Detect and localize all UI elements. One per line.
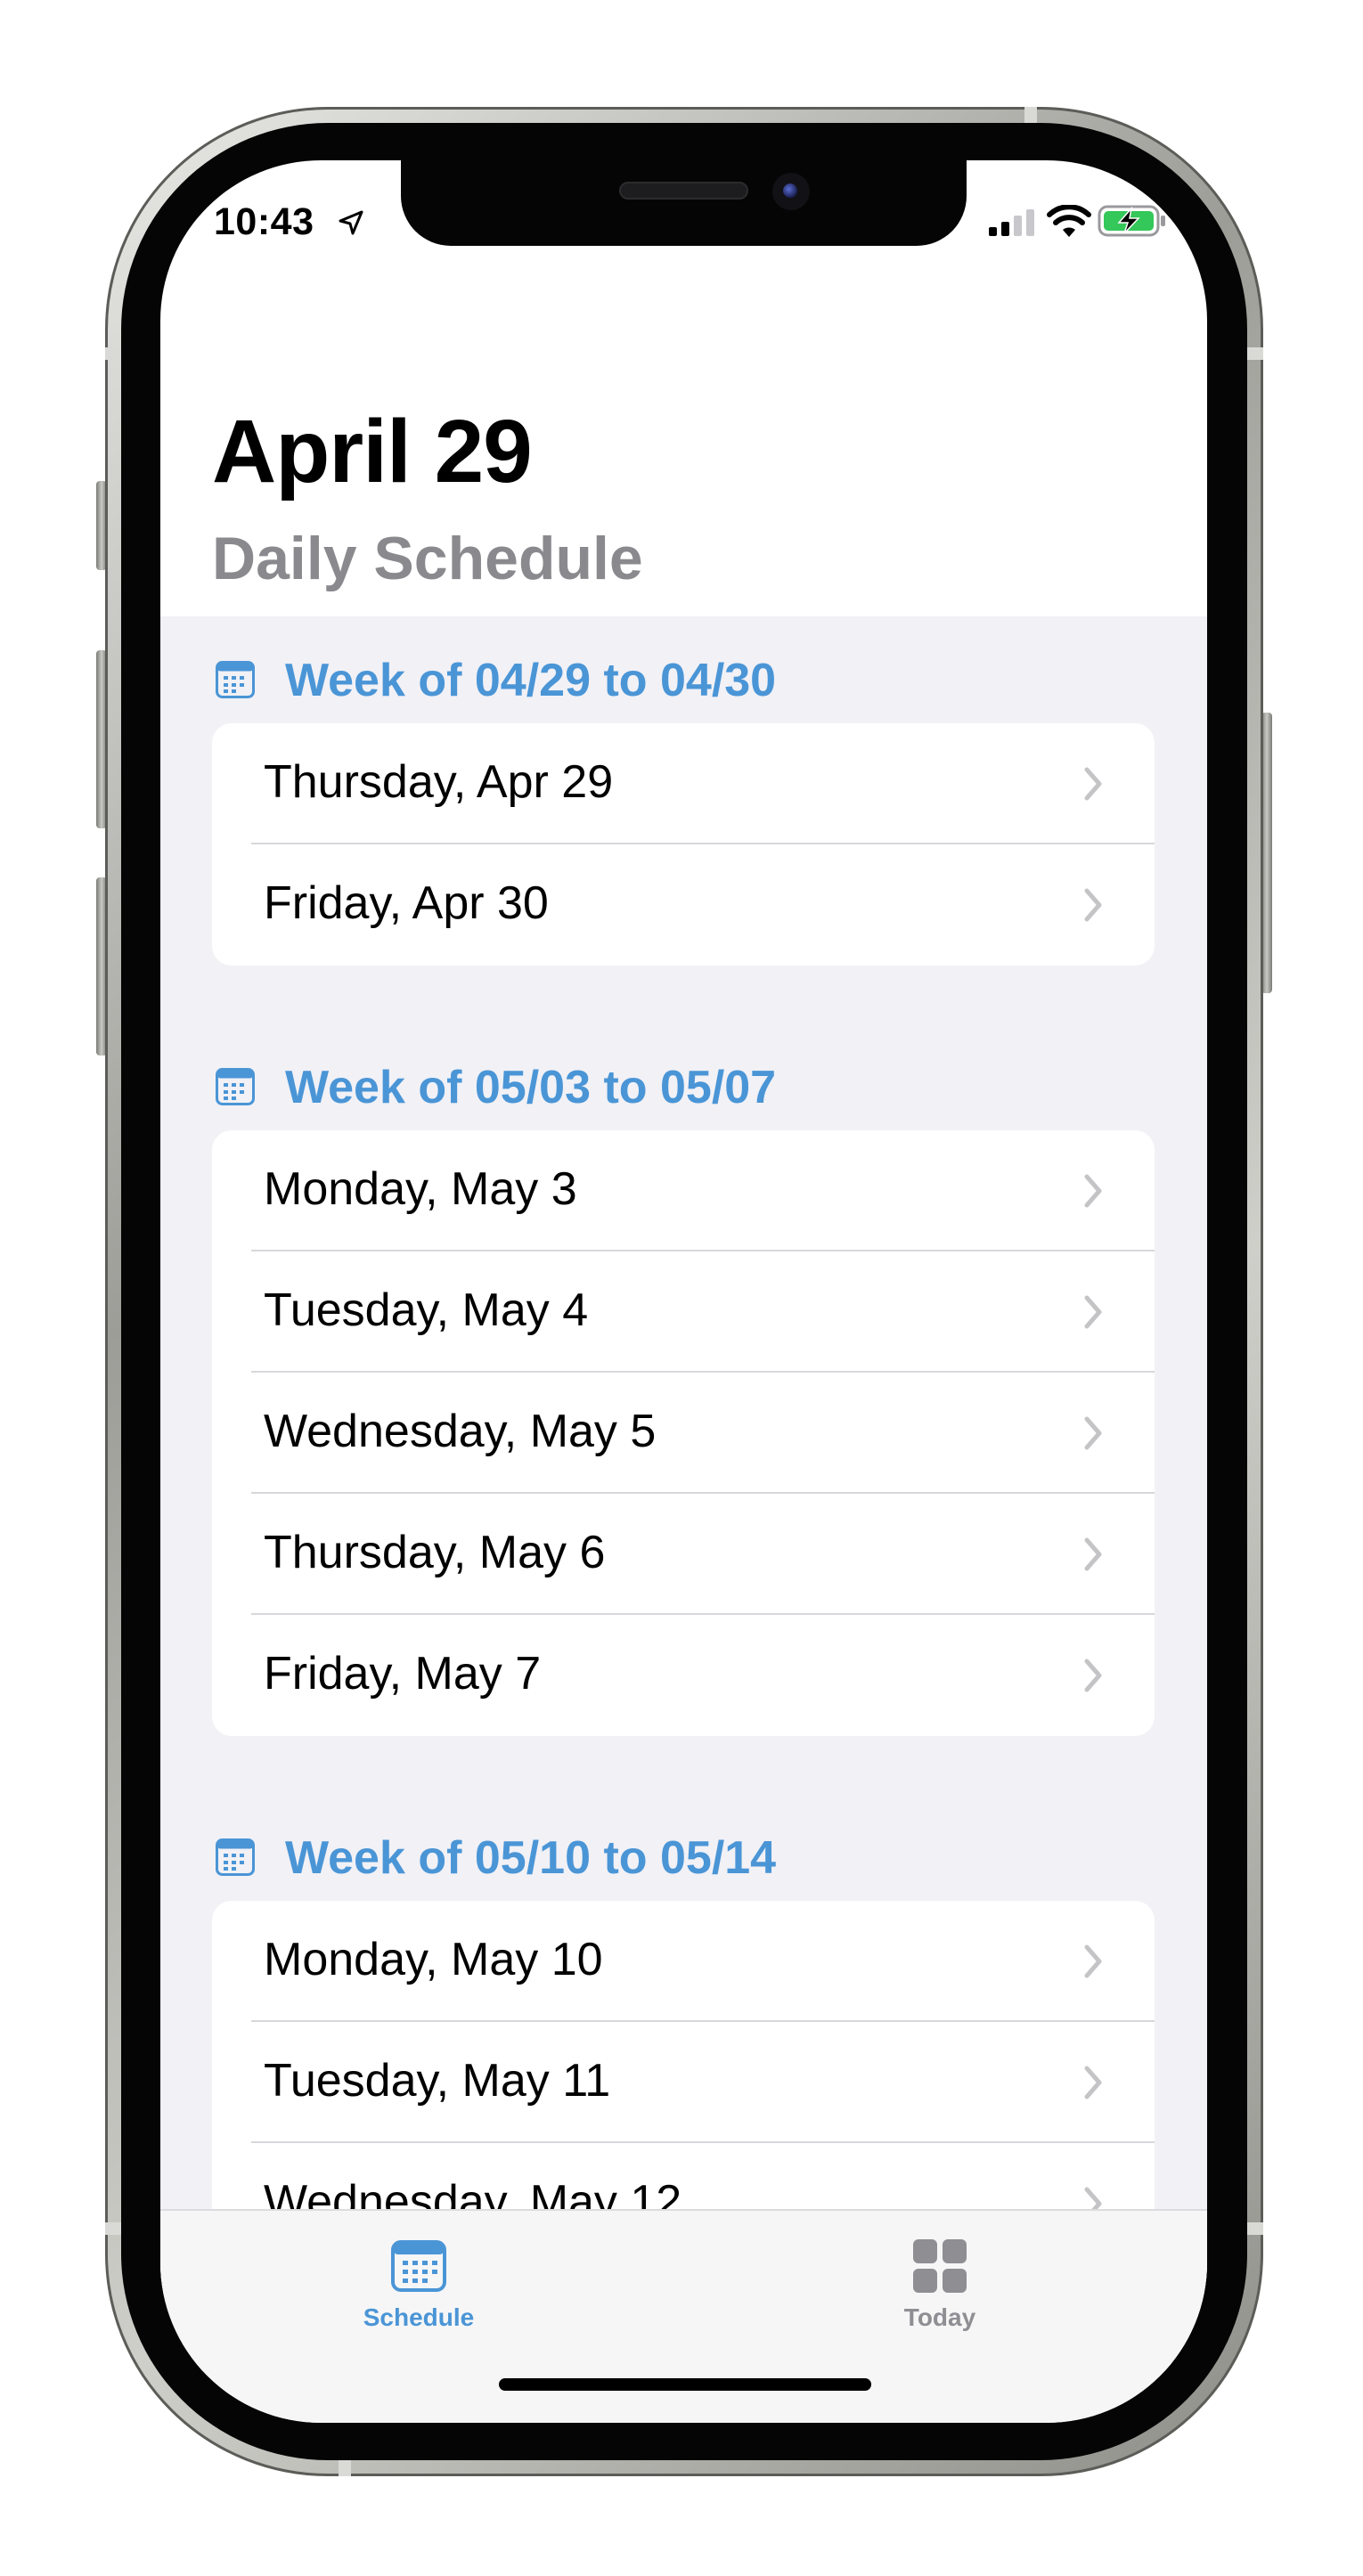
tab-bar: Schedule Today	[160, 2209, 1207, 2423]
day-label: Thursday, Apr 29	[264, 756, 614, 808]
front-camera	[772, 173, 810, 210]
location-arrow-icon	[339, 210, 363, 235]
section-title: Week of 04/29 to 04/30	[285, 655, 777, 706]
section-header: Week of 04/29 to 04/30	[212, 643, 1155, 723]
status-time: 10:43	[214, 200, 314, 243]
calendar-icon	[216, 1838, 255, 1876]
chevron-right-icon	[1084, 1537, 1102, 1571]
chevron-right-icon	[1084, 767, 1102, 801]
day-row[interactable]: Tuesday, May 11	[212, 2022, 1155, 2143]
days-card: Monday, May 3 Tuesday, May 4 Wednesday, …	[212, 1130, 1155, 1736]
battery-charging-icon	[1098, 205, 1165, 237]
day-row[interactable]: Monday, May 10	[212, 1901, 1155, 2022]
tab-label: Schedule	[363, 2303, 475, 2331]
cellular-signal-icon	[989, 209, 1034, 236]
antenna-band	[1247, 347, 1263, 360]
antenna-band	[105, 347, 121, 360]
day-row[interactable]: Monday, May 3	[212, 1130, 1155, 1251]
device-mockup: 10:43 April 29 Daily Schedule Week of 04…	[0, 0, 1363, 2576]
page-subtitle: Daily Schedule	[212, 525, 643, 592]
week-section: Week of 05/10 to 05/14 Monday, May 10 Tu…	[212, 1821, 1155, 2264]
chevron-right-icon	[1084, 1295, 1102, 1329]
tab-today[interactable]: Today	[806, 2229, 1073, 2336]
day-label: Friday, May 7	[264, 1648, 542, 1700]
page-title: April 29	[212, 402, 533, 501]
section-header: Week of 05/10 to 05/14	[212, 1821, 1155, 1901]
antenna-band	[105, 2222, 121, 2235]
earpiece-speaker	[619, 182, 748, 200]
calendar-icon	[216, 1068, 255, 1105]
days-card: Thursday, Apr 29 Friday, Apr 30	[212, 723, 1155, 966]
day-row[interactable]: Thursday, May 6	[212, 1494, 1155, 1615]
antenna-band	[339, 2460, 351, 2476]
day-row[interactable]: Friday, May 7	[212, 1615, 1155, 1736]
chevron-right-icon	[1084, 2066, 1102, 2099]
day-label: Thursday, May 6	[264, 1527, 606, 1578]
calendar-icon	[391, 2240, 446, 2292]
day-row[interactable]: Friday, Apr 30	[212, 844, 1155, 966]
camera-notch	[401, 160, 967, 246]
day-label: Monday, May 3	[264, 1163, 577, 1215]
schedule-list[interactable]: Week of 04/29 to 04/30 Thursday, Apr 29 …	[160, 616, 1207, 2371]
calendar-icon	[216, 661, 255, 698]
chevron-right-icon	[1084, 1174, 1102, 1208]
chevron-right-icon	[1084, 1944, 1102, 1978]
section-title: Week of 05/03 to 05/07	[285, 1062, 777, 1113]
chevron-right-icon	[1084, 1659, 1102, 1692]
tab-schedule[interactable]: Schedule	[285, 2229, 552, 2336]
screen: 10:43 April 29 Daily Schedule Week of 04…	[160, 160, 1207, 2423]
antenna-band	[1247, 2222, 1263, 2235]
home-indicator[interactable]	[499, 2378, 871, 2391]
section-header: Week of 05/03 to 05/07	[212, 1050, 1155, 1130]
day-label: Tuesday, May 4	[264, 1284, 589, 1336]
week-section: Week of 05/03 to 05/07 Monday, May 3 Tue…	[212, 1050, 1155, 1736]
day-label: Monday, May 10	[264, 1934, 603, 1985]
day-row[interactable]: Tuesday, May 4	[212, 1251, 1155, 1373]
day-row[interactable]: Wednesday, May 5	[212, 1373, 1155, 1494]
day-row[interactable]: Thursday, Apr 29	[212, 723, 1155, 844]
week-section: Week of 04/29 to 04/30 Thursday, Apr 29 …	[212, 643, 1155, 966]
section-title: Week of 05/10 to 05/14	[285, 1832, 777, 1884]
grid-icon	[913, 2239, 967, 2293]
chevron-right-icon	[1084, 888, 1102, 922]
day-label: Tuesday, May 11	[264, 2055, 611, 2107]
wifi-icon	[1047, 205, 1091, 237]
day-label: Friday, Apr 30	[264, 877, 549, 929]
tab-label: Today	[903, 2303, 976, 2331]
antenna-band	[1024, 107, 1037, 123]
day-label: Wednesday, May 5	[264, 1406, 657, 1457]
chevron-right-icon	[1084, 1416, 1102, 1450]
